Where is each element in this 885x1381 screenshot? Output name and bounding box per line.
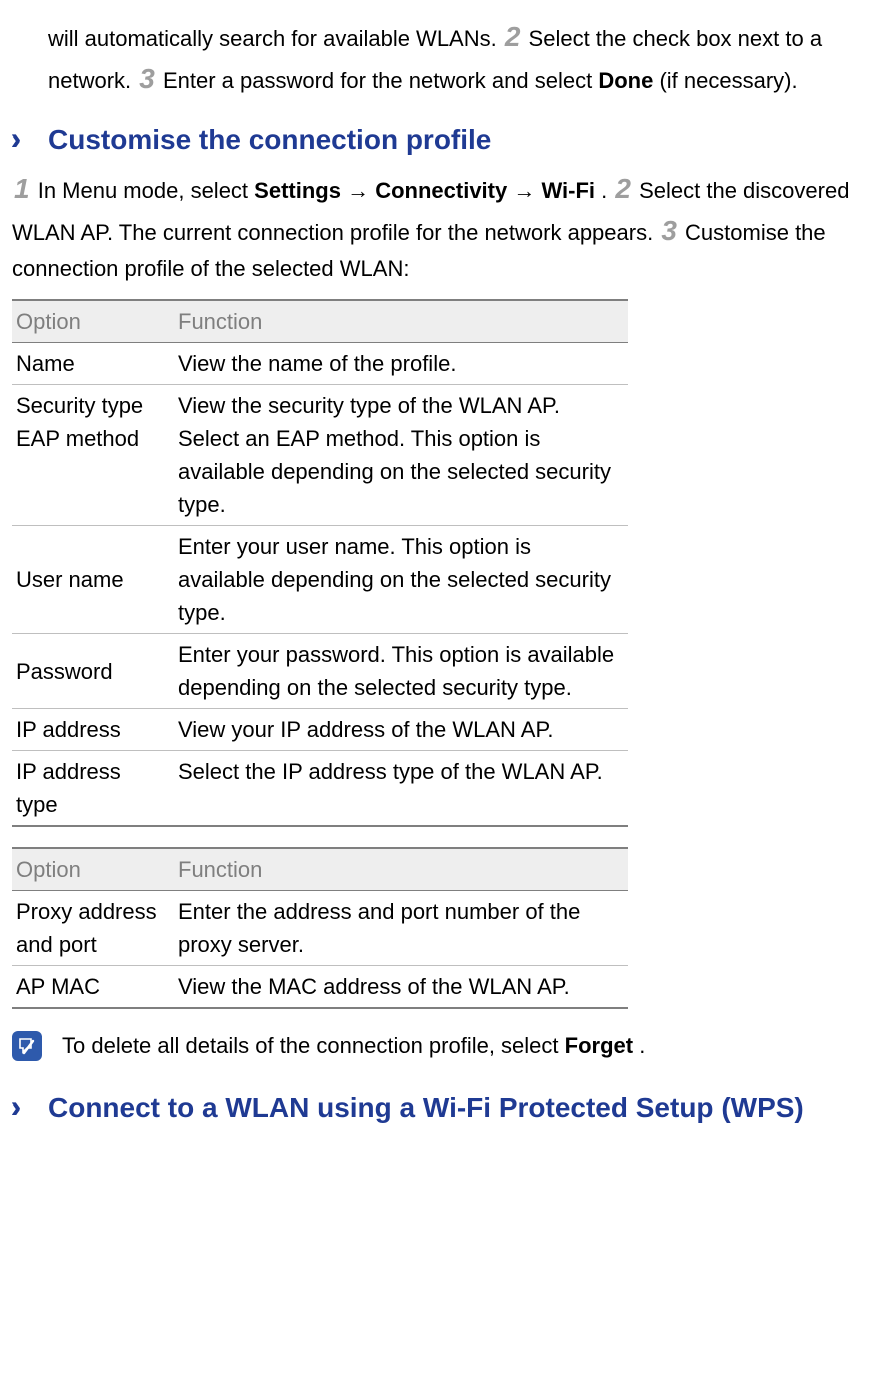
table-row: Security type EAP method View the securi… [12,385,628,526]
step-number-3: 3 [659,215,679,246]
table-header-function: Function [174,848,628,891]
option-cell: IP address [12,709,174,751]
function-cell: View the security type of the WLAN AP. S… [174,385,628,526]
table-row: IP address type Select the IP address ty… [12,751,628,827]
chevron-icon: ›› [12,114,48,162]
note-icon [12,1031,42,1061]
step-number-1: 1 [12,173,32,204]
text: . [601,178,613,203]
arrow: → [347,178,369,203]
section1-paragraph: 1 In Menu mode, select Settings → Connec… [12,168,873,285]
section-heading-wps: ›› Connect to a WLAN using a Wi-Fi Prote… [12,1082,873,1130]
option-cell: Name [12,343,174,385]
section-title: Connect to a WLAN using a Wi-Fi Protecte… [48,1090,804,1126]
table-row: User name Enter your user name. This opt… [12,526,628,634]
table-header-option: Option [12,848,174,891]
table-row: IP address View your IP address of the W… [12,709,628,751]
note-text-part: . [639,1033,645,1058]
options-table-1: Option Function Name View the name of th… [12,299,628,827]
step-number-2: 2 [503,21,523,52]
function-cell: Enter your password. This option is avai… [174,634,628,709]
function-cell: Select the IP address type of the WLAN A… [174,751,628,827]
function-cell: Enter the address and port number of the… [174,891,628,966]
section-title: Customise the connection profile [48,119,491,161]
table-row: Proxy address and port Enter the address… [12,891,628,966]
table-row: Name View the name of the profile. [12,343,628,385]
table-header-option: Option [12,300,174,343]
option-cell: User name [12,526,174,634]
intro-text: Enter a password for the network and sel… [163,68,598,93]
note-block: To delete all details of the connection … [12,1029,873,1062]
step-number-3: 3 [137,63,157,94]
note-text-part: To delete all details of the connection … [62,1033,565,1058]
option-cell: AP MAC [12,966,174,1009]
function-cell: View the MAC address of the WLAN AP. [174,966,628,1009]
chevron-icon: ›› [12,1082,48,1130]
table-row: AP MAC View the MAC address of the WLAN … [12,966,628,1009]
option-cell: IP address type [12,751,174,827]
path-settings: Settings [254,178,341,203]
option-cell: Password [12,634,174,709]
intro-paragraph: will automatically search for available … [48,16,873,100]
option-cell: Security type EAP method [12,385,174,526]
path-wifi: Wi-Fi [541,178,595,203]
arrow: → [513,178,535,203]
step-number-2: 2 [613,173,633,204]
function-cell: View your IP address of the WLAN AP. [174,709,628,751]
function-cell: Enter your user name. This option is ava… [174,526,628,634]
forget-label: Forget [565,1033,633,1058]
note-text: To delete all details of the connection … [62,1029,645,1062]
options-table-2: Option Function Proxy address and port E… [12,847,628,1009]
section-heading-customise: ›› Customise the connection profile [12,114,873,162]
table-row: Password Enter your password. This optio… [12,634,628,709]
intro-text: will automatically search for available … [48,26,503,51]
done-label: Done [598,68,653,93]
function-cell: View the name of the profile. [174,343,628,385]
intro-text: (if necessary). [659,68,797,93]
table-header-function: Function [174,300,628,343]
text: In Menu mode, select [38,178,254,203]
option-cell: Proxy address and port [12,891,174,966]
path-connectivity: Connectivity [375,178,507,203]
